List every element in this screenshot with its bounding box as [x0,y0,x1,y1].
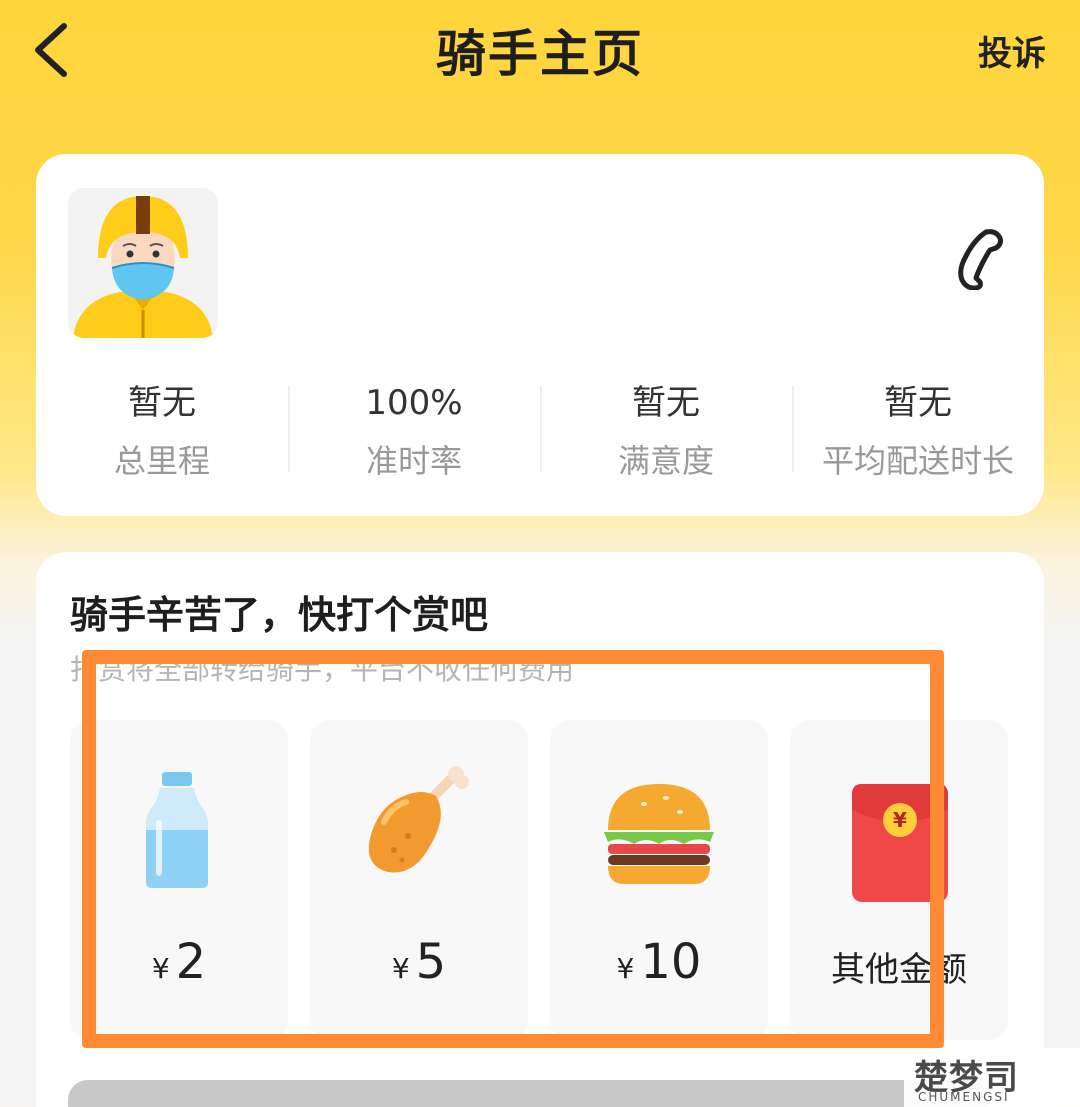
stat-satisfaction: 暂无 满意度 [540,376,792,486]
tip-subtitle: 打赏将全部转给骑手，平台不收任何费用 [70,653,575,686]
tip-option-5[interactable]: ¥5 [310,720,528,1040]
call-rider-button[interactable] [952,226,1008,291]
stat-value: 100% [365,383,463,423]
stat-on-time-rate: 100% 准时率 [288,376,540,486]
tip-option-other[interactable]: ¥ 其他金额 [790,720,1008,1040]
page-title: 骑手主页 [436,25,644,83]
stat-avg-delivery-time: 暂无 平均配送时长 [792,376,1044,486]
tip-amount: 10 [640,934,702,990]
tip-card: 骑手辛苦了，快打个赏吧 打赏将全部转给骑手，平台不收任何费用 ¥2 ¥ 5 ¥ … [36,552,1044,1107]
currency-symbol: ¥ [616,952,635,985]
tip-price: ¥5 [310,934,528,990]
tip-price: ¥10 [550,934,768,990]
tip-option-2[interactable]: ¥2 [70,720,288,1040]
tip-price: ¥2 [70,934,288,990]
stat-label: 平均配送时长 [821,442,1014,480]
tip-amount: 5 [415,934,447,990]
red-envelope-icon: ¥ [824,760,974,910]
rider-avatar [68,188,218,338]
tip-option-10[interactable]: ¥10 [550,720,768,1040]
svg-text:¥: ¥ [893,808,907,832]
stat-value: 暂无 [632,383,700,423]
tip-options: ¥2 ¥5 ¥ 10 ¥ 其他金额 [70,720,1010,1040]
watermark-subtext: CHUMENGSI [918,1090,1010,1104]
header: 骑手主页 投诉 [0,0,1080,100]
complain-button[interactable]: 投诉 [978,26,1046,75]
water-bottle-icon [104,760,254,910]
stat-label: 准时率 [365,442,462,480]
confirm-tip-button[interactable] [68,1080,988,1107]
rider-stats: 暂无 总里程 100% 准时率 暂无 满意度 暂无 平均配送时长 [36,376,1044,486]
stat-label: 满意度 [617,442,714,480]
watermark: 楚梦司 CHUMENGSI [904,1048,1080,1107]
burger-icon [584,760,734,910]
stat-value: 暂无 [128,383,196,423]
currency-symbol: ¥ [391,952,410,985]
stat-value: 暂无 [884,383,952,423]
tip-other-amount-label: 其他金额 [831,950,967,990]
rider-info-card: 暂无 总里程 100% 准时率 暂无 满意度 暂无 平均配送时长 [36,154,1044,516]
chicken-leg-icon [344,760,494,910]
stat-label: 总里程 [113,442,210,480]
tip-title: 骑手辛苦了，快打个赏吧 [70,593,489,637]
currency-symbol: ¥ [151,952,170,985]
stat-total-distance: 暂无 总里程 [36,376,288,486]
tip-amount: 2 [175,934,207,990]
rider-avatar-icon [68,188,218,338]
phone-icon [958,229,1003,291]
